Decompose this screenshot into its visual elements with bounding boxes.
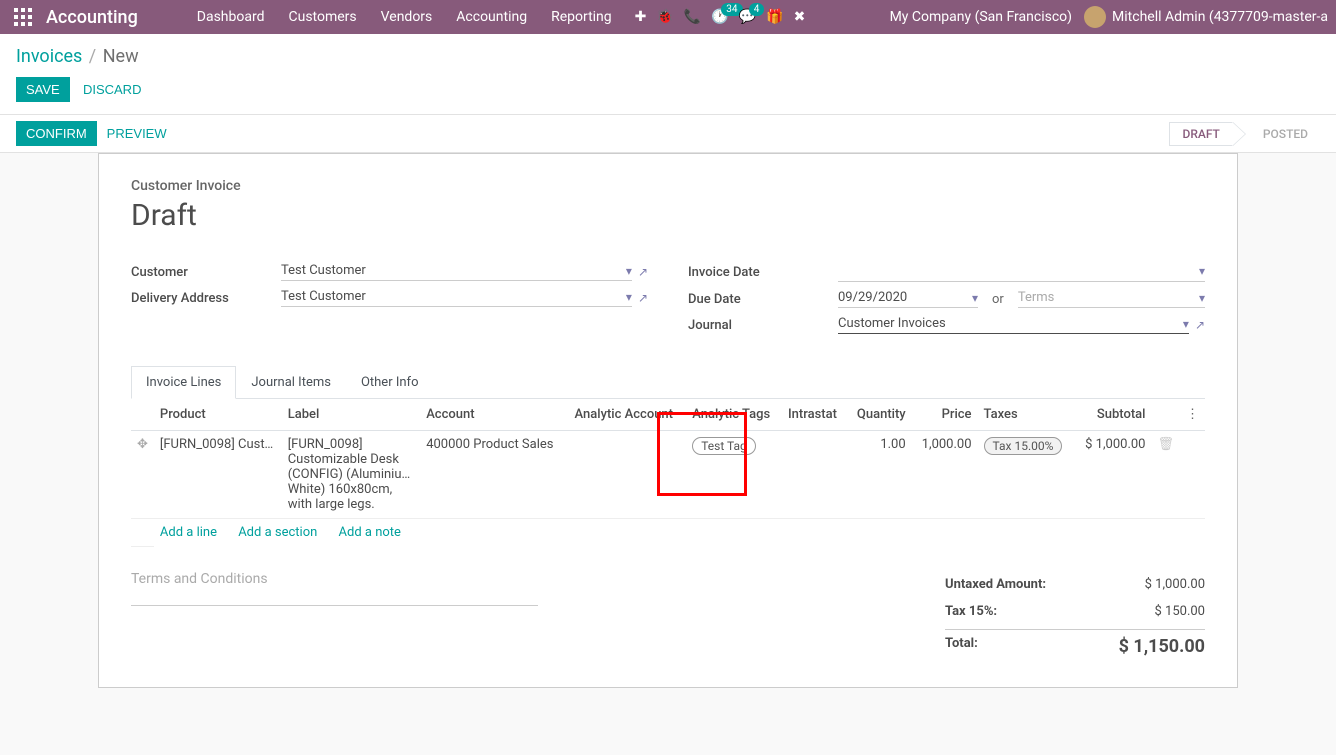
save-button[interactable]: Save (16, 77, 70, 102)
external-link-icon[interactable]: ↗ (1195, 318, 1205, 332)
customer-field[interactable]: Test Customer (281, 263, 366, 278)
discard-button[interactable]: Discard (73, 77, 152, 102)
chevron-down-icon[interactable]: ▾ (972, 291, 978, 305)
th-price[interactable]: Price (912, 399, 978, 431)
th-label[interactable]: Label (282, 399, 420, 431)
nav-links: Dashboard Customers Vendors Accounting R… (188, 2, 621, 32)
plus-icon[interactable]: ✚ (635, 9, 647, 25)
cell-price[interactable]: 1,000.00 (912, 431, 978, 519)
table-row[interactable]: ✥ [FURN_0098] Custo… [FURN_0098] Customi… (131, 431, 1205, 519)
journal-field[interactable]: Customer Invoices (838, 316, 946, 331)
company-selector[interactable]: My Company (San Francisco) (890, 9, 1072, 25)
untaxed-label: Untaxed Amount: (945, 577, 1046, 592)
analytic-tag[interactable]: Test Tag (692, 437, 756, 455)
untaxed-value: $ 1,000.00 (1145, 577, 1205, 592)
tabs: Invoice Lines Journal Items Other Info (131, 366, 1205, 399)
add-line-link[interactable]: Add a line (160, 525, 217, 540)
invoice-lines-table: Product Label Account Analytic Account A… (131, 399, 1205, 547)
totals: Untaxed Amount: $ 1,000.00 Tax 15%: $ 150.… (945, 571, 1205, 663)
msg-badge: 4 (749, 3, 765, 16)
th-intrastat[interactable]: Intrastat (782, 399, 847, 431)
nav-reporting[interactable]: Reporting (542, 2, 621, 32)
columns-menu-icon[interactable]: ⋮ (1186, 407, 1199, 422)
cell-label[interactable]: [FURN_0098] Customizable Desk (CONFIG) (… (282, 431, 420, 519)
th-analytic-tags[interactable]: Analytic Tags (686, 399, 782, 431)
tab-invoice-lines[interactable]: Invoice Lines (131, 366, 236, 399)
user-menu[interactable]: Mitchell Admin (4377709-master-a (1084, 6, 1328, 28)
tab-other-info[interactable]: Other Info (346, 366, 434, 399)
th-analytic-account[interactable]: Analytic Account (569, 399, 687, 431)
th-subtotal[interactable]: Subtotal (1074, 399, 1151, 431)
th-account[interactable]: Account (420, 399, 568, 431)
confirm-button[interactable]: Confirm (16, 121, 97, 146)
th-taxes[interactable]: Taxes (978, 399, 1075, 431)
state-title: Draft (131, 198, 1205, 233)
nav-dashboard[interactable]: Dashboard (188, 2, 274, 32)
chevron-down-icon[interactable]: ▾ (1183, 317, 1189, 331)
th-product[interactable]: Product (154, 399, 282, 431)
due-date-label: Due Date (688, 292, 838, 307)
form-sheet: Customer Invoice Draft Customer Test Cus… (98, 153, 1238, 688)
bug-icon[interactable]: 🐞 (656, 9, 673, 25)
avatar (1084, 6, 1106, 28)
cell-account[interactable]: 400000 Product Sales (420, 431, 568, 519)
total-label: Total: (945, 636, 978, 657)
status-draft[interactable]: DRAFT (1169, 122, 1232, 146)
tax-value: $ 150.00 (1155, 604, 1206, 619)
external-link-icon[interactable]: ↗ (638, 291, 648, 305)
cell-analytic-tags[interactable]: Test Tag (686, 431, 782, 519)
terms-conditions-field[interactable]: Terms and Conditions (131, 571, 538, 606)
nav-vendors[interactable]: Vendors (372, 2, 442, 32)
chevron-down-icon[interactable]: ▾ (626, 290, 632, 304)
cell-subtotal: $ 1,000.00 (1074, 431, 1151, 519)
tools-icon[interactable]: ✖ (794, 9, 806, 25)
control-bar: Invoices / New Save Discard (0, 34, 1336, 115)
delivery-label: Delivery Address (131, 291, 281, 306)
add-section-link[interactable]: Add a section (238, 525, 317, 540)
terms-field[interactable]: Terms (1018, 290, 1055, 305)
apps-icon[interactable] (14, 8, 32, 26)
top-nav: Accounting Dashboard Customers Vendors A… (0, 0, 1336, 34)
status-posted[interactable]: POSTED (1251, 123, 1320, 145)
chevron-down-icon[interactable]: ▾ (1199, 291, 1205, 305)
breadcrumb-current: New (103, 46, 139, 67)
invoice-date-label: Invoice Date (688, 265, 838, 280)
journal-label: Journal (688, 318, 838, 333)
cell-product[interactable]: [FURN_0098] Custo… (154, 431, 282, 519)
phone-icon[interactable]: 📞 (684, 9, 701, 25)
form-title: Customer Invoice (131, 178, 1205, 194)
or-text: or (992, 292, 1004, 307)
delivery-field[interactable]: Test Customer (281, 289, 366, 304)
total-value: $ 1,150.00 (1119, 636, 1205, 657)
user-name: Mitchell Admin (4377709-master-a (1112, 9, 1328, 25)
tax-label: Tax 15%: (945, 604, 997, 619)
breadcrumb: Invoices / New (16, 46, 1320, 67)
messages-icon[interactable]: 💬4 (739, 9, 756, 25)
tab-journal-items[interactable]: Journal Items (236, 366, 346, 399)
nav-customers[interactable]: Customers (280, 2, 366, 32)
drag-handle-icon[interactable]: ✥ (137, 437, 148, 452)
external-link-icon[interactable]: ↗ (638, 265, 648, 279)
gift-icon[interactable]: 🎁 (766, 9, 783, 25)
nav-accounting[interactable]: Accounting (447, 2, 536, 32)
chevron-down-icon[interactable]: ▾ (626, 264, 632, 278)
add-note-link[interactable]: Add a note (339, 525, 401, 540)
cell-intrastat[interactable] (782, 431, 847, 519)
cell-analytic-account[interactable] (569, 431, 687, 519)
th-quantity[interactable]: Quantity (847, 399, 912, 431)
brand[interactable]: Accounting (46, 7, 138, 28)
cell-taxes[interactable]: Tax 15.00% (978, 431, 1075, 519)
preview-button[interactable]: Preview (97, 121, 177, 146)
chevron-down-icon[interactable]: ▾ (1199, 264, 1205, 278)
cell-quantity[interactable]: 1.00 (847, 431, 912, 519)
status-bar: Confirm Preview DRAFT POSTED (0, 115, 1336, 153)
breadcrumb-root[interactable]: Invoices (16, 46, 82, 67)
tax-tag[interactable]: Tax 15.00% (984, 437, 1063, 455)
activity-icon[interactable]: 🕐34 (711, 9, 728, 25)
delete-icon[interactable]: 🗑 (1157, 437, 1174, 452)
due-date-field[interactable]: 09/29/2020 (838, 290, 907, 305)
customer-label: Customer (131, 265, 281, 280)
